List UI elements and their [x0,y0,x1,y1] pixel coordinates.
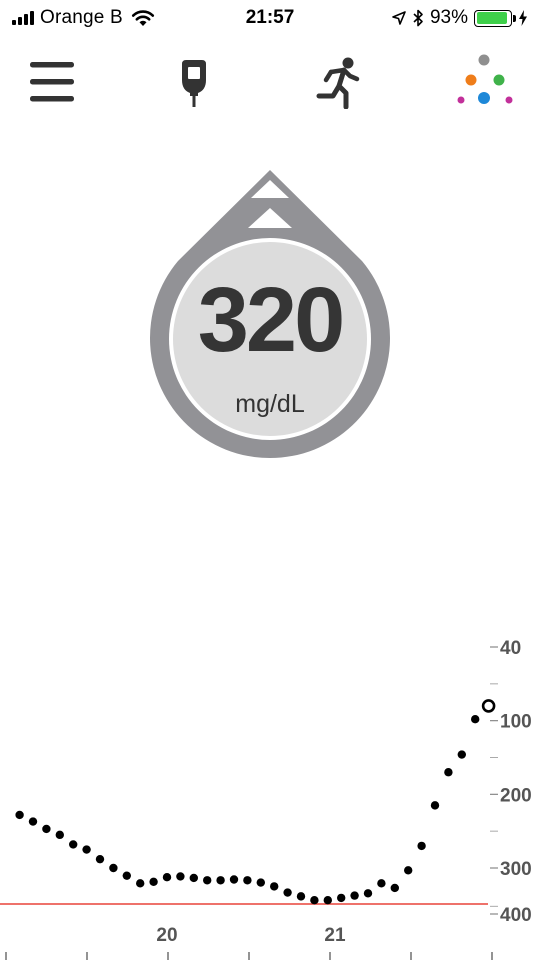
menu-button[interactable] [20,50,84,114]
tags-button[interactable] [450,50,514,114]
x-tick-label: 20 [156,925,177,946]
activity-button[interactable] [306,50,370,114]
bluetooth-icon [413,9,423,27]
data-point [15,810,24,820]
data-point [256,878,265,887]
y-tick-label: 400 [500,905,532,926]
data-point [203,876,212,885]
glucose-value: 320 [197,269,346,371]
data-point [363,889,373,898]
data-point [390,883,399,893]
data-point [404,866,413,875]
data-point [122,871,131,880]
y-tick-label: 40 [500,638,521,659]
status-right: 93% [392,6,528,30]
data-point [229,875,239,884]
data-point [350,891,359,900]
y-tick-label: 100 [500,712,532,733]
data-point [216,876,225,885]
battery-percent: 93% [429,7,468,28]
glucose-meter-icon [182,60,206,107]
glucose-gauge: 320 mg/dL [150,168,390,460]
data-point [176,872,185,881]
latest-data-point [481,699,496,713]
data-point [417,841,426,851]
y-tick-label: 200 [500,785,532,806]
chart-canvas: 400 300 200 100 40 20 21 [0,638,532,960]
data-point [82,845,91,854]
battery-fill [476,12,508,24]
glucose-history-chart[interactable]: 400 300 200 100 40 20 21 [0,600,540,960]
data-point [457,750,466,759]
data-point [243,876,252,885]
y-tick-label: 300 [500,859,532,880]
data-point [270,882,279,891]
data-point [42,824,51,834]
data-point [283,888,292,897]
data-point [28,817,38,826]
colored-dots-icon [457,54,513,104]
data-point [471,714,480,724]
data-point [337,893,346,903]
data-point [136,879,145,888]
status-bar: Orange B 21:57 93% [0,0,540,36]
data-point [444,768,453,777]
battery-icon [474,9,516,27]
x-tick-label: 21 [324,925,346,946]
data-point [162,873,172,882]
data-point [189,873,198,883]
data-point [55,830,64,840]
running-person-icon [316,57,360,109]
data-point [149,877,158,886]
data-point [323,896,332,905]
data-point [109,863,118,873]
location-arrow-icon [392,11,406,25]
data-point [430,801,440,810]
data-point [69,840,78,849]
menu-icon [30,62,74,102]
charging-bolt-icon [519,10,527,26]
glucose-meter-button[interactable] [162,50,226,114]
data-point [296,892,306,901]
data-point [377,879,386,888]
toolbar [0,50,540,120]
data-point [95,854,105,864]
glucose-unit: mg/dL [235,390,305,418]
data-point [310,896,319,905]
